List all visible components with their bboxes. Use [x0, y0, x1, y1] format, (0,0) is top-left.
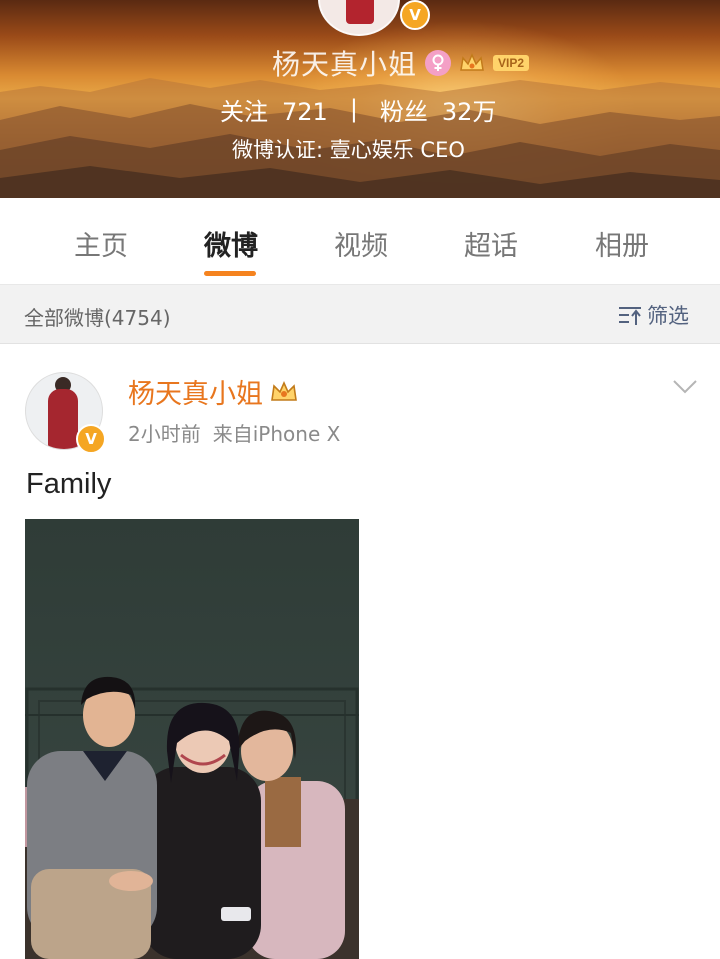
stats-separator: |	[349, 95, 358, 123]
all-posts-count[interactable]: 全部微博(4754)	[24, 302, 171, 331]
female-icon	[425, 50, 452, 76]
following-label: 关注	[220, 97, 268, 126]
vip-badge[interactable]: VIP2	[493, 55, 530, 71]
followers-stat[interactable]: 粉丝 32万	[380, 92, 497, 127]
profile-name-row: 杨天真小姐 VIP2	[272, 43, 530, 83]
followers-count: 32万	[441, 97, 497, 126]
tab-super-topic[interactable]: 超话	[464, 224, 518, 263]
post-meta: 2小时前 来自iPhone X	[128, 418, 340, 447]
profile-stats: 关注 721 | 粉丝 32万	[220, 90, 496, 128]
post-text: Family	[26, 468, 112, 500]
post-time: 2小时前	[128, 422, 201, 446]
verified-icon: V	[76, 424, 106, 454]
profile-nickname[interactable]: 杨天真小姐	[272, 43, 417, 83]
avatar-figure	[48, 389, 78, 449]
filter-button[interactable]: 筛选	[617, 300, 689, 330]
profile-banner: V 杨天真小姐 VIP2 关注 721 | 粉丝 32万 微博认证: 壹心娱乐 CE…	[0, 0, 720, 198]
filter-bar: 全部微博(4754) 筛选	[0, 285, 720, 344]
post-author-name[interactable]: 杨天真小姐	[128, 372, 263, 411]
post-source: 来自iPhone X	[212, 422, 341, 446]
post-author-row: 杨天真小姐	[128, 372, 299, 411]
followers-label: 粉丝	[379, 97, 428, 126]
tab-weibo[interactable]: 微博	[204, 224, 258, 263]
avatar-figure	[346, 0, 374, 24]
profile-tabs: 主页 微博 视频 超话 相册	[0, 198, 720, 285]
tab-video[interactable]: 视频	[334, 224, 388, 263]
following-stat[interactable]: 关注 721	[220, 92, 328, 127]
filter-label: 筛选	[647, 304, 689, 328]
active-tab-indicator	[204, 271, 256, 276]
chevron-down-icon[interactable]	[672, 378, 698, 396]
filter-icon	[619, 307, 641, 325]
crown-icon[interactable]	[459, 52, 485, 74]
crown-icon[interactable]	[269, 379, 299, 405]
tab-album[interactable]: 相册	[595, 224, 649, 263]
verified-icon: V	[400, 0, 430, 30]
certification-text: 微博认证: 壹心娱乐 CEO	[232, 138, 465, 162]
post-image[interactable]	[25, 519, 359, 959]
family-photo	[25, 519, 359, 959]
following-count: 721	[282, 97, 328, 126]
tab-home[interactable]: 主页	[74, 224, 128, 263]
